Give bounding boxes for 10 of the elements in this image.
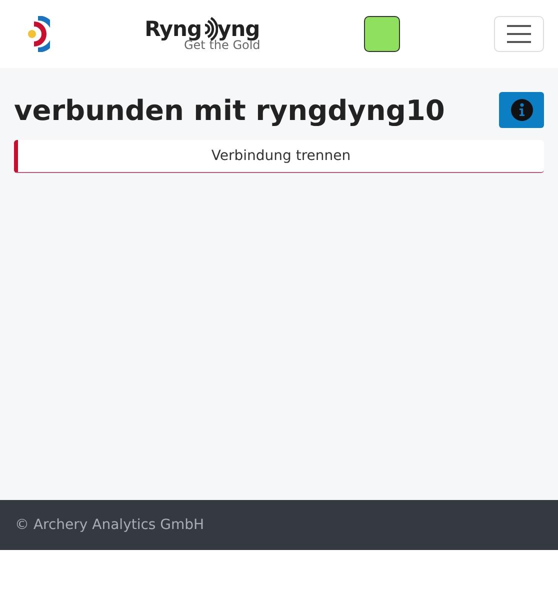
- copyright-text: © Archery Analytics GmbH: [15, 517, 204, 533]
- info-button[interactable]: [499, 92, 544, 128]
- disconnect-button[interactable]: Verbindung trennen: [14, 140, 544, 173]
- target-logo-icon: [26, 16, 50, 52]
- logo-text: yng: [218, 16, 260, 40]
- menu-button[interactable]: [494, 16, 544, 52]
- menu-icon: [507, 25, 531, 43]
- page-title: verbunden mit ryngdyng10: [14, 94, 445, 126]
- logo-text: Ryng: [144, 16, 202, 40]
- info-icon: [510, 99, 532, 121]
